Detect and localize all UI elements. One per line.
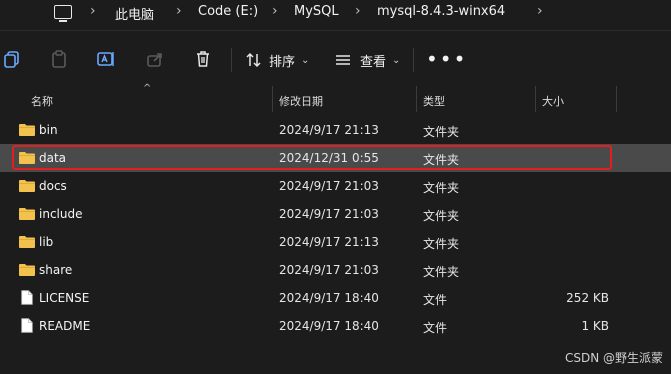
folder-icon (19, 208, 35, 220)
column-header-type[interactable]: 类型 (423, 93, 445, 109)
sort-ascending-icon: ^ (143, 83, 152, 94)
this-pc-icon[interactable] (54, 5, 72, 22)
delete-icon[interactable] (193, 49, 213, 69)
column-header-modified[interactable]: 修改日期 (279, 93, 323, 109)
file-row-docs[interactable]: docs 2024/9/17 21:03 文件夹 (0, 172, 671, 200)
file-row-data[interactable]: data 2024/12/31 0:55 文件夹 (0, 144, 671, 172)
view-list-icon (336, 55, 350, 65)
file-row-bin[interactable]: bin 2024/9/17 21:13 文件夹 (0, 116, 671, 144)
file-modified: 2024/9/17 21:03 (279, 207, 379, 221)
file-modified: 2024/12/31 0:55 (279, 151, 379, 165)
column-header-size[interactable]: 大小 (542, 93, 564, 109)
file-type: 文件夹 (423, 125, 460, 139)
sort-label: 排序 (269, 54, 296, 70)
file-name: share (39, 263, 73, 277)
file-modified: 2024/9/17 21:13 (279, 123, 379, 137)
file-icon (21, 290, 33, 305)
file-size: 252 KB (566, 291, 609, 305)
column-divider[interactable] (616, 86, 617, 112)
chevron-right-icon[interactable]: › (176, 3, 182, 19)
file-modified: 2024/9/17 18:40 (279, 291, 379, 305)
file-name: docs (39, 179, 67, 193)
file-icon (21, 318, 33, 333)
sort-button[interactable]: 排序 ⌄ (245, 48, 309, 72)
breadcrumb-mysql[interactable]: MySQL (294, 4, 339, 19)
file-modified: 2024/9/17 21:03 (279, 263, 379, 277)
share-icon[interactable] (145, 49, 165, 69)
column-divider[interactable] (416, 86, 417, 112)
watermark: CSDN @野生派蒙 (564, 351, 663, 365)
folder-icon (19, 180, 35, 192)
address-bar[interactable]: › 此电脑 › Code (E:) › MySQL › mysql-8.4.3-… (0, 0, 671, 31)
breadcrumb-drive[interactable]: Code (E:) (198, 4, 258, 19)
file-type: 文件夹 (423, 153, 460, 167)
view-label: 查看 (360, 54, 387, 70)
file-name: data (39, 151, 67, 165)
file-type: 文件夹 (423, 181, 460, 195)
file-type: 文件夹 (423, 209, 460, 223)
column-header-row: ^ 名称 修改日期 类型 大小 (0, 83, 671, 112)
folder-icon (19, 264, 35, 276)
file-name: bin (39, 123, 58, 137)
rename-icon[interactable] (96, 49, 116, 69)
file-modified: 2024/9/17 21:03 (279, 179, 379, 193)
file-type: 文件 (423, 293, 448, 307)
chevron-right-icon[interactable]: › (90, 3, 96, 19)
copy-icon[interactable] (2, 49, 22, 69)
view-button[interactable]: 查看 ⌄ (334, 48, 400, 72)
folder-icon (19, 152, 35, 164)
file-row-lib[interactable]: lib 2024/9/17 21:13 文件夹 (0, 228, 671, 256)
file-name: lib (39, 235, 54, 249)
file-row-share[interactable]: share 2024/9/17 21:03 文件夹 (0, 256, 671, 284)
column-divider[interactable] (272, 86, 273, 112)
breadcrumb-current-folder[interactable]: mysql-8.4.3-winx64 (377, 4, 505, 19)
chevron-down-icon: ⌄ (392, 54, 401, 66)
sort-icon (246, 52, 261, 68)
file-name: README (39, 319, 91, 333)
file-modified: 2024/9/17 21:13 (279, 235, 379, 249)
column-header-name[interactable]: 名称 (31, 93, 53, 109)
file-row-license[interactable]: LICENSE 2024/9/17 18:40 文件 252 KB (0, 284, 671, 312)
chevron-right-icon[interactable]: › (272, 3, 278, 19)
file-type: 文件夹 (423, 265, 460, 279)
file-type: 文件夹 (423, 237, 460, 251)
toolbar-separator (231, 48, 232, 72)
folder-icon (19, 124, 35, 136)
toolbar-separator (413, 48, 414, 72)
paste-icon[interactable] (49, 49, 69, 69)
file-row-readme[interactable]: README 2024/9/17 18:40 文件 1 KB (0, 312, 671, 340)
chevron-right-icon[interactable]: › (537, 3, 543, 19)
more-options-button[interactable]: ••• (426, 49, 467, 69)
file-size: 1 KB (581, 319, 609, 333)
chevron-right-icon[interactable]: › (355, 3, 361, 19)
breadcrumb-this-pc[interactable]: 此电脑 (115, 4, 154, 23)
command-bar: 排序 ⌄ 查看 ⌄ ••• (0, 34, 671, 87)
folder-icon (19, 236, 35, 248)
file-row-include[interactable]: include 2024/9/17 21:03 文件夹 (0, 200, 671, 228)
chevron-down-icon: ⌄ (301, 54, 310, 66)
file-type: 文件 (423, 321, 448, 335)
column-divider[interactable] (535, 86, 536, 112)
file-name: LICENSE (39, 291, 90, 305)
file-modified: 2024/9/17 18:40 (279, 319, 379, 333)
file-name: include (39, 207, 83, 221)
